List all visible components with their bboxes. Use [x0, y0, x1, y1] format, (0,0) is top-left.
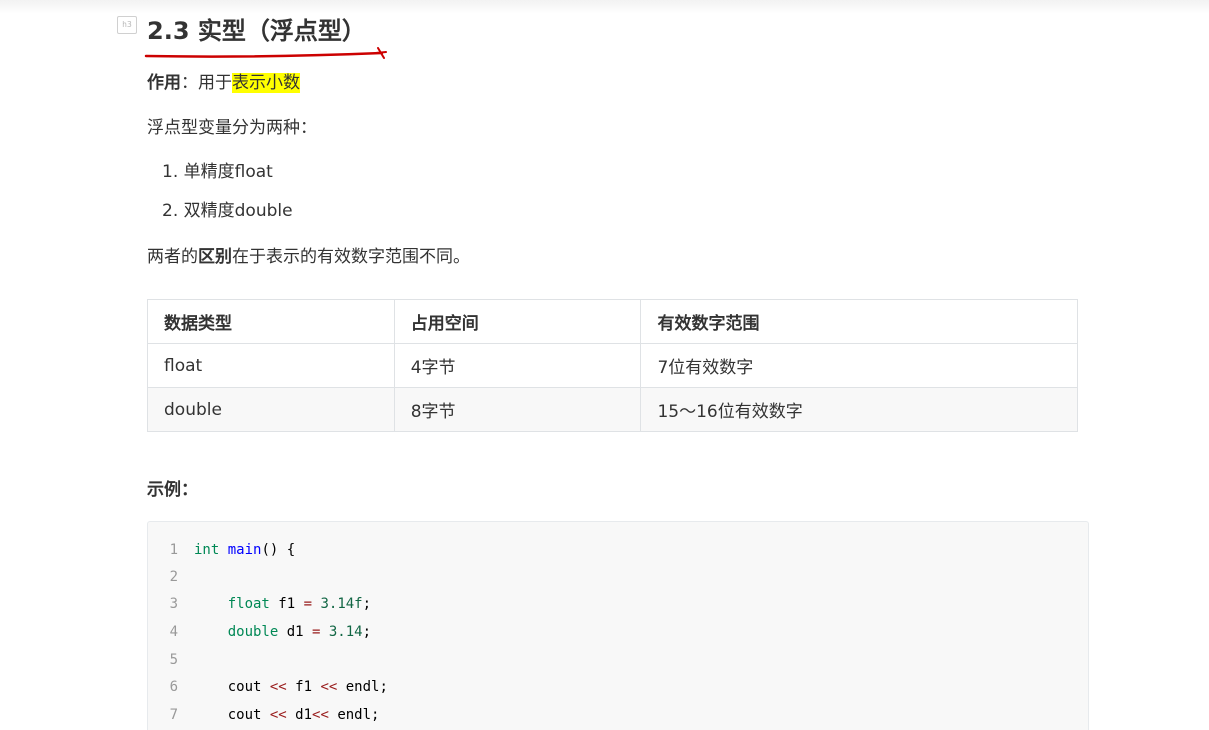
- table-cell: float: [147, 343, 395, 388]
- code-line: 6 cout << f1 << endl;: [148, 673, 388, 701]
- code-text: f1: [286, 679, 321, 695]
- line-number: 7: [169, 707, 178, 723]
- line-number: 3: [169, 596, 178, 612]
- float-types-table: 数据类型 占用空间 有效数字范围 float 4字节 7位有效数字 double…: [147, 299, 1078, 432]
- purpose-label: 作用: [147, 73, 181, 93]
- code-operator: <<: [269, 707, 287, 723]
- header-precision: 有效数字范围: [640, 299, 1078, 344]
- code-operator: <<: [312, 707, 329, 723]
- code-line: 5: [148, 646, 194, 674]
- list-item: 1. 单精度float: [162, 162, 273, 182]
- document-page: h3 2.3 实型（浮点型） 作用：用于表示小数 浮点型变量分为两种： 1. 单…: [0, 0, 1209, 730]
- difference-paragraph: 两者的区别在于表示的有效数字范围不同。: [147, 245, 470, 269]
- code-text: cout: [227, 707, 270, 723]
- code-line: 4 double d1 = 3.14;: [148, 618, 371, 646]
- code-text: d1: [278, 624, 313, 640]
- code-operator: =: [303, 596, 313, 612]
- difference-before: 两者的: [147, 247, 198, 267]
- code-line: 7 cout << d1<< endl;: [148, 701, 380, 729]
- list-item: 2. 双精度double: [162, 201, 293, 221]
- code-text: ;: [362, 624, 372, 640]
- code-line: 3 float f1 = 3.14f;: [148, 590, 371, 618]
- line-number: 1: [169, 542, 178, 558]
- table-cell: 4字节: [393, 343, 642, 388]
- intro-paragraph: 浮点型变量分为两种：: [147, 118, 317, 138]
- difference-after: 在于表示的有效数字范围不同。: [232, 247, 470, 267]
- code-text: () {: [261, 542, 296, 558]
- table-row: double 8字节 15～16位有效数字: [147, 387, 1078, 432]
- table-cell: double: [147, 387, 395, 432]
- code-line: 1 int main() {: [148, 536, 296, 564]
- difference-bold: 区别: [198, 247, 232, 267]
- example-label: 示例：: [147, 480, 198, 500]
- code-keyword: int: [194, 542, 220, 558]
- header-size: 占用空间: [393, 299, 642, 344]
- code-operator: <<: [269, 679, 287, 695]
- purpose-paragraph: 作用：用于表示小数: [147, 71, 300, 95]
- header-data-type: 数据类型: [147, 299, 395, 344]
- purpose-separator: ：用于: [181, 73, 232, 93]
- code-operator: <<: [320, 679, 338, 695]
- code-function-name: main: [227, 542, 262, 558]
- red-underline-annotation: [144, 47, 387, 59]
- line-number: 4: [169, 624, 178, 640]
- code-keyword: double: [227, 624, 279, 640]
- line-number: 6: [169, 679, 178, 695]
- code-text: ;: [362, 596, 372, 612]
- code-text: f1: [269, 596, 304, 612]
- code-number: 3.14: [320, 624, 363, 640]
- purpose-highlight: 表示小数: [232, 73, 300, 93]
- code-text: d1: [286, 707, 313, 723]
- code-line: 2: [148, 563, 194, 591]
- table-header-row: 数据类型 占用空间 有效数字范围: [147, 299, 1078, 344]
- table-cell: 7位有效数字: [640, 343, 1078, 388]
- line-number: 2: [169, 569, 178, 585]
- code-text: cout: [227, 679, 270, 695]
- code-keyword: float: [227, 596, 270, 612]
- line-number: 5: [169, 652, 178, 668]
- table-cell: 8字节: [393, 387, 642, 432]
- table-cell: 15～16位有效数字: [640, 387, 1078, 432]
- table-row: float 4字节 7位有效数字: [147, 343, 1078, 388]
- code-text: endl;: [328, 707, 380, 723]
- code-number: 3.14f: [312, 596, 363, 612]
- code-text: endl;: [337, 679, 388, 695]
- code-block[interactable]: 1 int main() { 2 3 float f1 = 3.14f; 4 do…: [147, 521, 1089, 730]
